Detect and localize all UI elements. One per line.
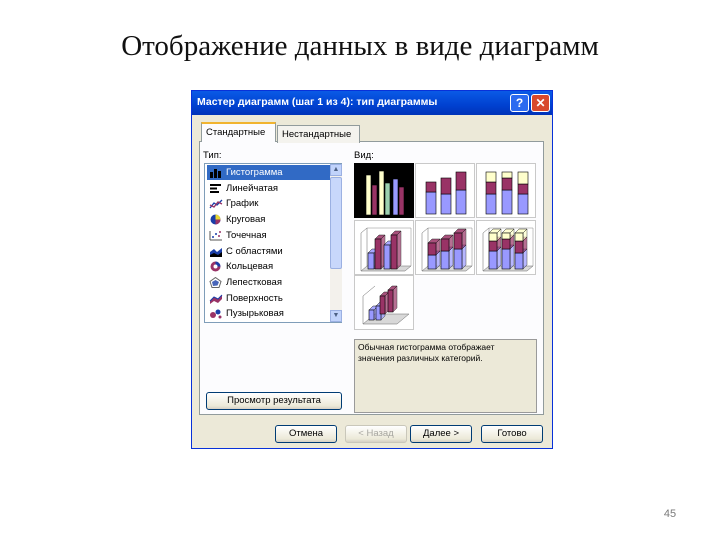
chart-subtype-thumbnail-icon [362, 285, 410, 325]
chart-type-scrollbar[interactable]: ▲ ▼ [330, 164, 342, 322]
chart-type-item[interactable]: Лепестковая [207, 275, 330, 290]
chart-type-label: Тип: [203, 150, 222, 161]
chart-subtype-thumbnail-icon [360, 227, 412, 272]
scroll-thumb[interactable] [330, 177, 342, 269]
bar-chart-icon [209, 183, 223, 194]
bubble-chart-icon [209, 308, 223, 319]
surface-chart-icon [209, 293, 223, 304]
chart-type-label: Пузырьковая [226, 308, 284, 320]
chart-type-list[interactable]: Пузырьковая Поверхность Лепестковая Кольцев… [204, 163, 342, 323]
finish-button[interactable]: Готово [481, 425, 543, 443]
chart-type-item[interactable]: Линейчатая [207, 181, 330, 196]
chart-type-label: Линейчатая [226, 182, 279, 194]
line-chart-icon [209, 198, 223, 209]
chart-subtype-3d-100-stacked-column[interactable] [476, 220, 536, 275]
pie-chart-icon [209, 214, 223, 225]
help-button[interactable]: ? [510, 94, 529, 112]
chart-type-item[interactable]: Точечная [207, 228, 330, 243]
chart-type-item[interactable]: Пузырьковая [207, 306, 330, 321]
chart-type-label: Поверхность [226, 292, 283, 304]
column-chart-icon [209, 167, 223, 178]
dialog-title: Мастер диаграмм (шаг 1 из 4): тип диагра… [197, 96, 438, 108]
chart-subtype-3d-clustered-column[interactable] [354, 220, 414, 275]
chart-type-label: Круговая [226, 214, 266, 226]
chart-type-label: Точечная [226, 229, 267, 241]
page-number: 45 [663, 508, 677, 520]
chart-type-item[interactable]: Поверхность [207, 291, 330, 306]
slide-title: Отображение данных в виде диаграмм [121, 30, 599, 62]
chart-subtype-3d-column[interactable] [354, 275, 414, 330]
chart-type-label: Гистограмма [226, 167, 283, 178]
chart-type-item[interactable]: С областями [207, 244, 330, 259]
next-button[interactable]: Далее > [410, 425, 472, 443]
back-button[interactable]: < Назад [345, 425, 407, 443]
chart-type-item[interactable]: График [207, 196, 330, 211]
chart-subtype-stacked-column[interactable] [415, 163, 475, 218]
scatter-chart-icon [209, 230, 223, 241]
chart-type-item[interactable]: Круговая [207, 212, 330, 227]
chart-subtype-clustered-column[interactable] [354, 163, 414, 218]
chart-subtype-thumbnail-icon [485, 171, 529, 215]
chart-type-label: Лепестковая [226, 276, 282, 288]
chart-type-item[interactable]: Кольцевая [207, 259, 330, 274]
chart-subtype-grid [354, 163, 536, 330]
tab-standard-types[interactable]: Стандартные [201, 122, 276, 142]
chart-subtype-thumbnail-icon [482, 227, 534, 272]
chart-type-label: Кольцевая [226, 261, 274, 273]
chart-subtype-thumbnail-icon [425, 171, 467, 215]
radar-chart-icon [209, 276, 223, 288]
preview-result-button[interactable]: Просмотр результата [206, 392, 342, 410]
chart-subtype-100-stacked-column[interactable] [476, 163, 536, 218]
cancel-button[interactable]: Отмена [275, 425, 337, 443]
chart-type-item[interactable]: Гистограмма [207, 165, 330, 180]
tab-custom-types[interactable]: Нестандартные [277, 125, 360, 143]
subtype-description: Обычная гистограмма отображает значения … [354, 339, 537, 413]
chart-subtype-label: Вид: [354, 150, 374, 161]
dialog-titlebar[interactable]: Мастер диаграмм (шаг 1 из 4): тип диагра… [192, 91, 552, 115]
doughnut-chart-icon [209, 261, 223, 272]
area-chart-icon [209, 246, 223, 257]
chart-subtype-thumbnail-icon [421, 227, 473, 272]
chart-wizard-dialog: Мастер диаграмм (шаг 1 из 4): тип диагра… [191, 90, 553, 449]
chart-subtype-3d-stacked-column[interactable] [415, 220, 475, 275]
chart-subtype-thumbnail-icon [365, 170, 405, 216]
close-button[interactable]: ✕ [531, 94, 550, 112]
scroll-down-arrow-icon[interactable]: ▼ [330, 310, 342, 322]
chart-type-label: График [226, 198, 259, 210]
scroll-up-arrow-icon[interactable]: ▲ [330, 164, 342, 176]
chart-type-label: С областями [226, 245, 283, 257]
